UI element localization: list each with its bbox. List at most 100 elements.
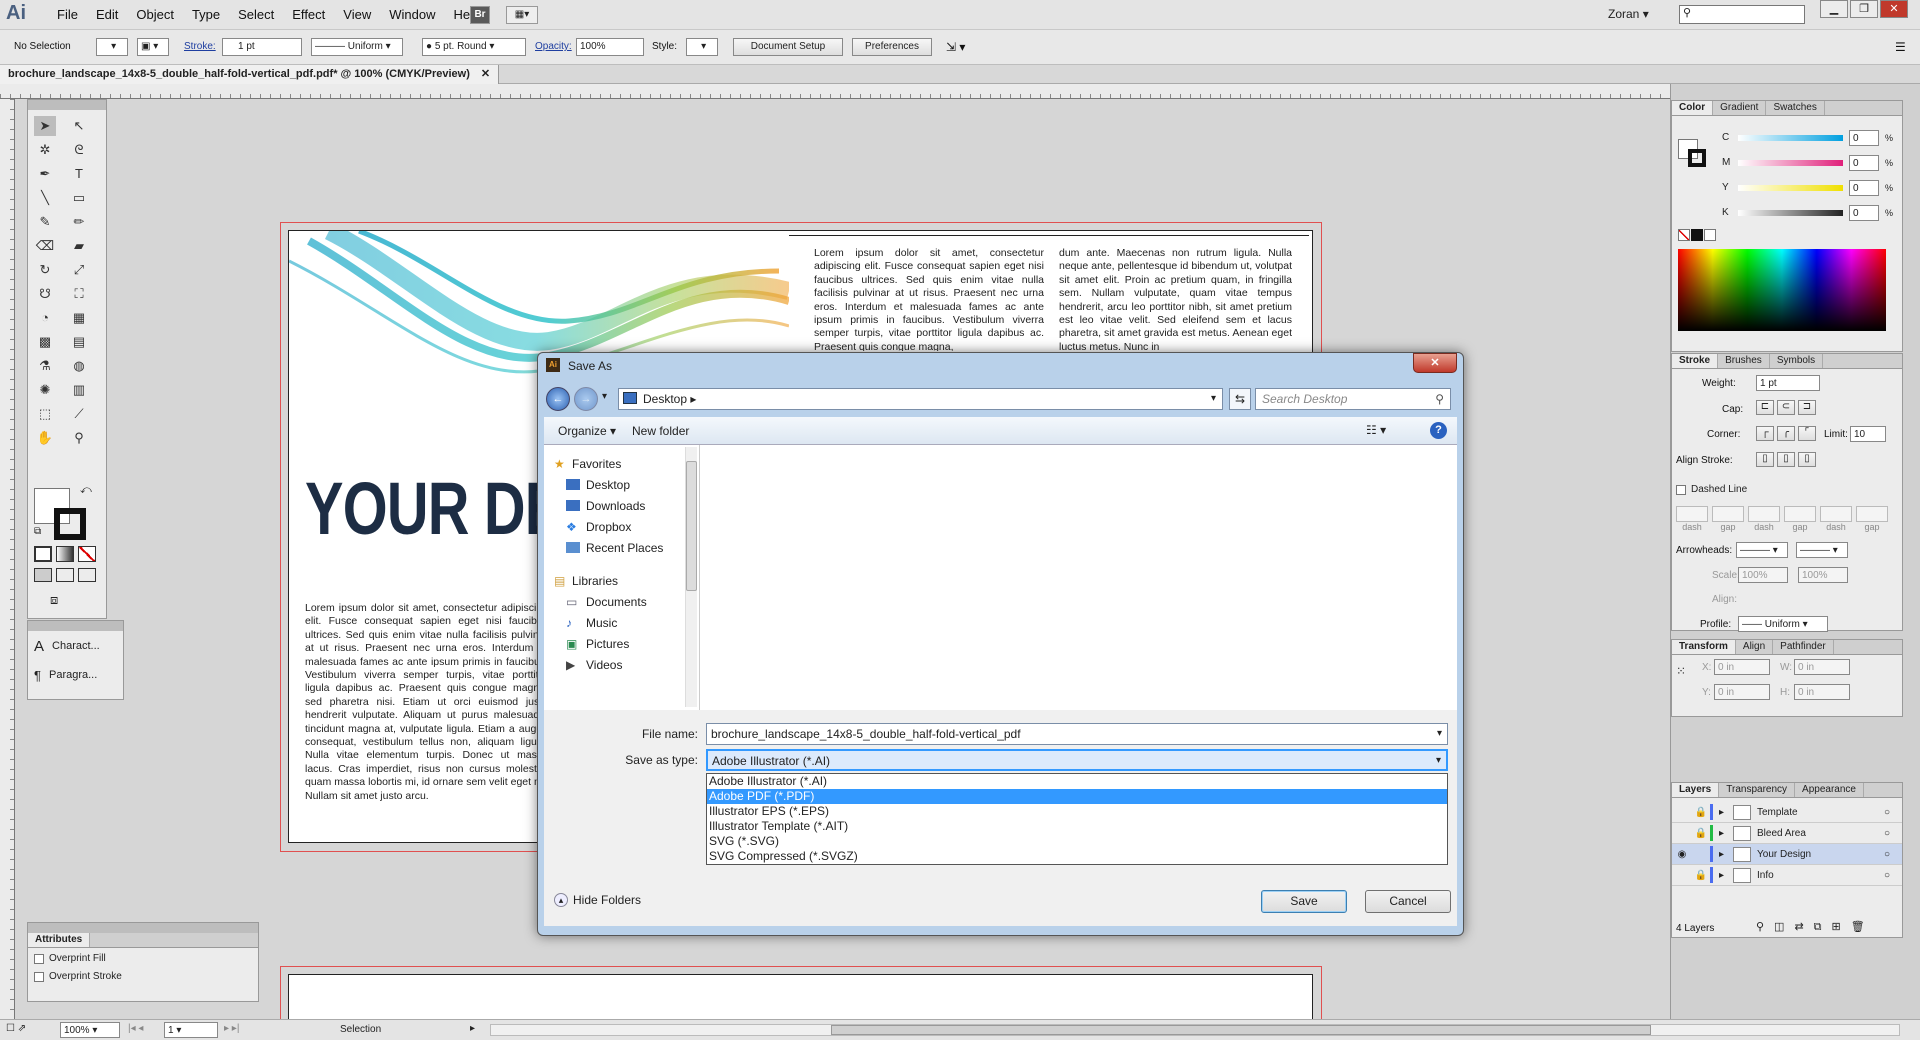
artboard-number-field[interactable]: 1 ▾ [164,1022,218,1038]
draw-behind-icon[interactable] [56,568,74,582]
layer-row-info[interactable]: 🔒 ▸ Info ○ [1672,865,1902,886]
menu-view[interactable]: View [334,7,380,22]
nav-music[interactable]: ♪ Music [554,612,699,633]
favorites-header[interactable]: ★ Favorites [554,453,699,474]
start-scale-field[interactable]: 100% [1738,567,1788,583]
cyan-value[interactable]: 0 [1849,129,1879,146]
target-circle-icon[interactable]: ○ [1884,870,1902,881]
scale-tool-icon[interactable]: ⤢ [68,260,90,280]
dash1-field[interactable] [1676,506,1708,522]
attributes-panel-header[interactable] [28,923,258,933]
layer-action-icons[interactable]: ⚲◫⇄⧉⊞🗑 [1756,920,1875,934]
first-prev-artboard-buttons[interactable]: |◂ ◂ [128,1023,143,1034]
symbol-sprayer-tool-icon[interactable]: ✺ [34,380,56,400]
pen-tool-icon[interactable]: ✒ [34,164,56,184]
artboard-nav-icon[interactable]: ☐ ⇗ [6,1023,26,1034]
status-menu-icon[interactable]: ▸ [470,1023,475,1034]
cyan-slider[interactable] [1738,134,1843,141]
nav-recent-places[interactable]: Recent Places [554,537,699,558]
limit-field[interactable]: 10 [1850,426,1886,442]
weight-field[interactable]: 1 pt [1756,375,1820,391]
dash2-field[interactable] [1748,506,1780,522]
paintbrush-tool-icon[interactable]: ✎ [34,212,56,232]
target-circle-icon[interactable]: ○ [1884,828,1902,839]
close-tab-icon[interactable]: ✕ [473,68,490,80]
zoom-field[interactable]: 100% ▾ [60,1022,120,1038]
h-field[interactable]: 0 in [1794,684,1850,700]
overprint-stroke-row[interactable]: Overprint Stroke [28,969,258,984]
warp-tool-icon[interactable]: ☋ [34,284,56,304]
dialog-search-input[interactable]: Search Desktop ⚲ [1255,388,1451,410]
tab-pathfinder[interactable]: Pathfinder [1773,640,1834,654]
default-fill-stroke-icon[interactable]: ⧉ [34,526,41,537]
align-center-icon[interactable]: ▯ [1756,452,1774,467]
tab-appearance[interactable]: Appearance [1795,783,1864,797]
tab-color[interactable]: Color [1672,101,1714,115]
lock-icon[interactable]: 🔒 [1692,828,1710,839]
back-button[interactable]: ← [546,387,570,411]
x-field[interactable]: 0 in [1714,659,1770,675]
perspective-grid-tool-icon[interactable]: ▦ [68,308,90,328]
organize-button[interactable]: Organize ▾ [558,424,616,438]
gap1-field[interactable] [1712,506,1744,522]
type-option-ai[interactable]: Adobe Illustrator (*.AI) [707,774,1447,789]
align-inside-icon[interactable]: ▯ [1777,452,1795,467]
zoom-tool-icon[interactable]: ⚲ [68,428,90,448]
fill-color-dropdown[interactable]: ▾ [96,38,128,56]
color-icon[interactable] [34,546,52,562]
forward-button[interactable]: → [574,387,598,411]
overprint-fill-row[interactable]: Overprint Fill [28,948,258,969]
document-tab[interactable]: brochure_landscape_14x8-5_double_half-fo… [0,65,500,84]
free-transform-tool-icon[interactable]: ⛶ [68,284,90,304]
pencil-tool-icon[interactable]: ✏ [68,212,90,232]
panel-menu-icon[interactable]: ☰ [1895,40,1906,54]
horizontal-scrollbar[interactable] [490,1024,1900,1036]
recent-locations-icon[interactable]: ▾ [602,391,607,402]
cancel-button[interactable]: Cancel [1365,890,1451,913]
address-bar[interactable]: Desktop ▸ ▾ [618,388,1223,410]
lock-icon[interactable]: 🔒 [1692,807,1710,818]
restore-button[interactable]: ❐ [1850,0,1878,18]
black-value[interactable]: 0 [1849,204,1879,221]
overprint-stroke-checkbox[interactable] [34,971,44,982]
type-option-svgz[interactable]: SVG Compressed (*.SVGZ) [707,849,1447,864]
yellow-slider[interactable] [1738,184,1843,191]
tab-symbols[interactable]: Symbols [1770,354,1824,368]
hand-tool-icon[interactable]: ✋ [34,428,56,448]
arrange-icon[interactable]: ⇲ ▾ [946,40,965,54]
type-option-svg[interactable]: SVG (*.SVG) [707,834,1447,849]
save-button[interactable]: Save [1261,890,1347,913]
tab-brushes[interactable]: Brushes [1718,354,1770,368]
layer-row-your-design[interactable]: ◉ ▸ Your Design ○ [1672,844,1902,865]
menu-type[interactable]: Type [183,7,229,22]
slice-tool-icon[interactable]: ⟋ [68,404,90,424]
nav-desktop[interactable]: Desktop [554,474,699,495]
stroke-swatch[interactable] [54,508,86,540]
menu-object[interactable]: Object [127,7,183,22]
magenta-value[interactable]: 0 [1849,154,1879,171]
tab-gradient[interactable]: Gradient [1713,101,1767,115]
file-name-input[interactable]: brochure_landscape_14x8-5_double_half-fo… [706,723,1448,745]
character-panel-button[interactable]: A Charact... [28,631,123,661]
black-slider[interactable] [1738,209,1843,216]
start-arrowhead-dropdown[interactable]: ——— ▾ [1736,542,1788,558]
menu-window[interactable]: Window [380,7,444,22]
tab-stroke[interactable]: Stroke [1672,354,1719,368]
end-scale-field[interactable]: 100% [1798,567,1848,583]
black-swatch[interactable] [1691,229,1703,241]
tab-attributes[interactable]: Attributes [28,933,91,947]
help-search-input[interactable]: ⚲ [1679,5,1805,24]
document-setup-button[interactable]: Document Setup [733,38,843,56]
horizontal-ruler[interactable] [0,84,1670,99]
layer-row-template[interactable]: 🔒 ▸ Template ○ [1672,802,1902,823]
stroke-weight-field[interactable]: 1 pt [222,38,302,56]
gap2-field[interactable] [1784,506,1816,522]
user-menu[interactable]: Zoran ▾ [1608,7,1649,21]
eye-icon[interactable]: ◉ [1672,849,1692,860]
none-icon[interactable] [78,546,96,562]
none-swatch[interactable] [1678,229,1690,241]
artboard-tool-icon[interactable]: ⬚ [34,404,56,424]
round-join-icon[interactable]: ╭ [1777,426,1795,441]
tab-transform[interactable]: Transform [1672,640,1736,654]
address-dropdown-icon[interactable]: ▾ [1211,389,1216,409]
